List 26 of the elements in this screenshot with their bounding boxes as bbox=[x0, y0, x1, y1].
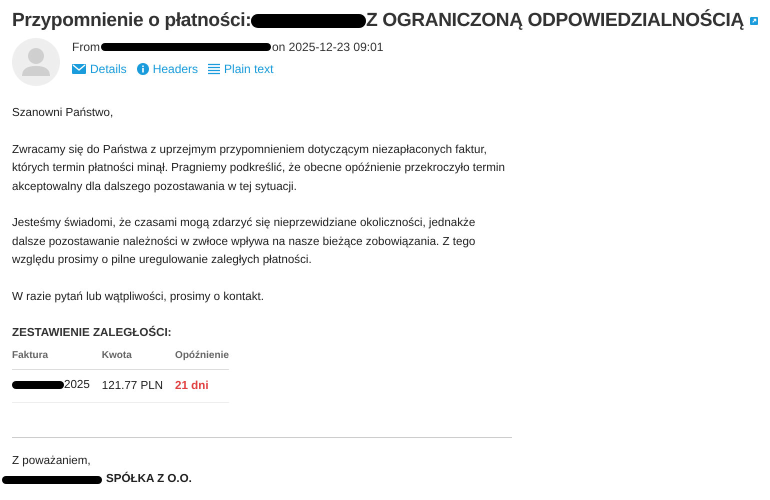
avatar-icon bbox=[12, 38, 60, 86]
table-cell: 21 dni bbox=[175, 378, 209, 392]
column-header: Faktura bbox=[12, 350, 48, 360]
sent-date: on 2025-12-23 09:01 bbox=[272, 40, 384, 54]
info-icon bbox=[136, 63, 149, 75]
greeting-text: Szanowni Państwo, bbox=[12, 105, 114, 121]
body-paragraph: W razie pytań lub wątpliwości, prosimy o kontakt. bbox=[12, 288, 265, 304]
lines-icon bbox=[208, 63, 220, 75]
summary-title: ZESTAWIENIE ZALEGŁOŚCI: bbox=[12, 324, 173, 341]
external-link-icon[interactable] bbox=[750, 15, 758, 27]
envelope-icon bbox=[72, 64, 86, 74]
details-link[interactable]: Details bbox=[72, 62, 127, 76]
column-header: Kwota bbox=[102, 350, 132, 360]
table-cell-text: 2025 bbox=[64, 377, 90, 393]
closing-text: Z poważaniem, bbox=[12, 452, 92, 469]
subject-text: Z OGRANICZONĄ ODPOWIEDZIALNOŚCIĄ bbox=[366, 10, 744, 32]
body-paragraph: Jesteśmy świadomi, że czasami mogą zdarzyć się nieprzewidziane okoliczności, jednakże dalsze pozostawanie należności w zwłoce wpływa na nasze bieżące zobowiązania. Z tego względu prosimy o pilne uregulowanie zaległych płatności. bbox=[12, 215, 476, 268]
redaction-mark bbox=[12, 381, 64, 390]
subject-text: Przypomnienie o płatności: bbox=[12, 10, 252, 32]
headers-link[interactable]: Headers bbox=[136, 62, 198, 76]
body-paragraph: Zwracamy się do Państwa z uprzejmym przypomnieniem dotyczącym niezapłaconych faktur, których termin płatności minął. Pragniemy podkreślić, że obecne opóźnienie przekroczyło termin akceptowalny dla dalszego pozostawania w tej sytuacji. bbox=[12, 142, 506, 194]
column-header: Opóźnienie bbox=[175, 350, 229, 360]
signature-text: SPÓŁKA Z O.O. bbox=[106, 470, 192, 488]
table-cell: 121.77 PLN bbox=[102, 378, 164, 392]
plain-text-link[interactable]: Plain text bbox=[208, 62, 274, 76]
from-label: From bbox=[72, 40, 100, 54]
